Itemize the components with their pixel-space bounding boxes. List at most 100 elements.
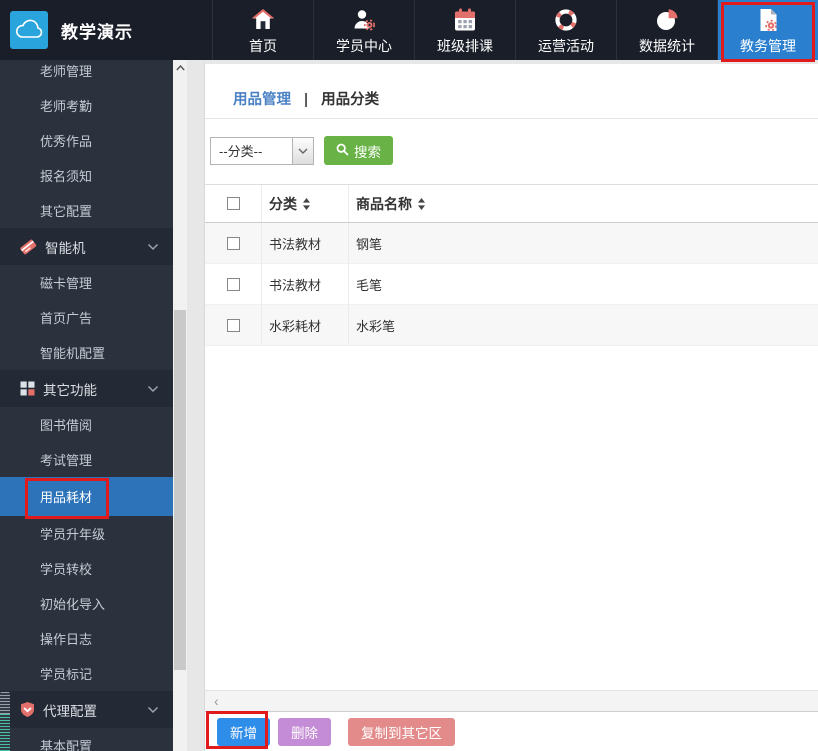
- student-icon: [351, 7, 377, 33]
- sidebar-item-excellent-works[interactable]: 优秀作品: [0, 123, 173, 158]
- row-checkbox-cell: [205, 264, 262, 304]
- header-category-cell[interactable]: 分类: [262, 185, 349, 222]
- nav-item-label: 班级排课: [437, 37, 493, 54]
- nav-item-label: 数据统计: [639, 37, 695, 54]
- card-icon: [20, 238, 37, 255]
- sidebar-item-exam-mgmt[interactable]: 考试管理: [0, 442, 173, 477]
- sidebar-item-grade-promotion[interactable]: 学员升年级: [0, 516, 173, 551]
- add-button[interactable]: 新增: [217, 718, 270, 746]
- sidebar-group-smart-machine[interactable]: 智能机: [0, 228, 173, 265]
- cell-name: 毛笔: [356, 277, 383, 293]
- app-brand: 教学演示: [0, 0, 212, 60]
- category-select[interactable]: --分类--: [210, 136, 314, 165]
- table-row: 书法教材 毛笔: [205, 264, 818, 305]
- select-chevron-icon: [292, 137, 313, 164]
- sidebar-item-smart-machine-config[interactable]: 智能机配置: [0, 335, 173, 370]
- column-header-category: 分类: [269, 195, 297, 212]
- row-checkbox[interactable]: [226, 318, 240, 332]
- nav-item-label: 教务管理: [740, 37, 796, 54]
- supplies-table: 分类 商品名称 书法教材 钢笔 书法教材 毛笔 水彩耗材 水彩笔: [205, 184, 818, 346]
- copy-to-other-zone-button[interactable]: 复制到其它区: [348, 718, 455, 746]
- cloud-logo-icon: [10, 11, 48, 49]
- nav-item-class-scheduling[interactable]: 班级排课: [414, 0, 515, 60]
- sidebar-item-init-import[interactable]: 初始化导入: [0, 586, 173, 621]
- delete-button[interactable]: 删除: [278, 718, 331, 746]
- nav-item-home[interactable]: 首页: [212, 0, 313, 60]
- search-icon: [336, 143, 349, 159]
- sidebar-item-signup-notice[interactable]: 报名须知: [0, 158, 173, 193]
- app-title: 教学演示: [61, 22, 133, 42]
- sidebar-group-agent-config[interactable]: 代理配置: [0, 691, 173, 728]
- nav-item-academic-admin[interactable]: 教务管理: [717, 0, 818, 60]
- table-row: 书法教材 钢笔: [205, 223, 818, 264]
- scroll-up-arrow-icon[interactable]: [173, 60, 187, 75]
- sidebar-item-operation-log[interactable]: 操作日志: [0, 621, 173, 656]
- table-header-row: 分类 商品名称: [205, 185, 818, 223]
- sidebar-item-student-tags[interactable]: 学员标记: [0, 656, 173, 691]
- sidebar-item-basic-config[interactable]: 基本配置: [0, 728, 173, 751]
- sidebar-group-label: 代理配置: [43, 703, 97, 719]
- grid-icon: [20, 381, 35, 396]
- search-button-label: 搜索: [354, 144, 381, 160]
- sidebar-item-card-mgmt[interactable]: 磁卡管理: [0, 265, 173, 300]
- filter-bar: --分类-- 搜索: [210, 136, 393, 165]
- cell-category: 书法教材: [262, 223, 349, 263]
- sidebar-item-teacher-mgmt[interactable]: 老师管理: [0, 60, 173, 88]
- breadcrumb-parent-link[interactable]: 用品管理: [233, 92, 291, 108]
- nav-item-label: 首页: [249, 37, 277, 54]
- sidebar-item-school-transfer[interactable]: 学员转校: [0, 551, 173, 586]
- row-checkbox[interactable]: [226, 236, 240, 250]
- shield-icon: [20, 701, 35, 718]
- chevron-down-icon: [147, 706, 159, 714]
- nav-item-operations[interactable]: 运营活动: [515, 0, 616, 60]
- scrollbar-thumb[interactable]: [174, 310, 186, 670]
- chevron-down-icon: [147, 243, 159, 251]
- cell-category: 书法教材: [262, 264, 349, 304]
- breadcrumb-separator: |: [304, 92, 309, 108]
- home-icon: [250, 7, 276, 33]
- row-checkbox-cell: [205, 305, 262, 345]
- header-name-cell[interactable]: 商品名称: [349, 185, 818, 222]
- sidebar-item-teacher-attendance[interactable]: 老师考勤: [0, 88, 173, 123]
- header-checkbox-cell: [205, 185, 262, 222]
- top-navbar: 教学演示 首页 学员中心 班级排课 运营活动 数据统计 教务管理: [0, 0, 818, 60]
- sidebar-menu: 老师管理 老师考勤 优秀作品 报名须知 其它配置 智能机 磁卡管理 首页广告 智…: [0, 60, 173, 751]
- column-header-name: 商品名称: [356, 195, 412, 212]
- content-panel: 用品管理 | 用品分类 --分类-- 搜索 分类 商品名称 书法教材 钢笔 书法…: [204, 60, 818, 751]
- sidebar-group-label: 智能机: [45, 240, 86, 256]
- scroll-minimap-decoration: [0, 692, 10, 751]
- sidebar-group-label: 其它功能: [43, 382, 97, 398]
- minimap-gray-stripes: [0, 692, 10, 714]
- cell-category: 水彩耗材: [262, 305, 349, 345]
- calendar-icon: [452, 7, 478, 33]
- document-gear-icon: [755, 7, 781, 33]
- sidebar-item-homepage-ads[interactable]: 首页广告: [0, 300, 173, 335]
- pie-chart-icon: [654, 7, 680, 33]
- sidebar-group-other-functions[interactable]: 其它功能: [0, 370, 173, 407]
- chevron-down-icon: [147, 385, 159, 393]
- cell-name: 钢笔: [356, 236, 383, 252]
- nav-item-statistics[interactable]: 数据统计: [616, 0, 717, 60]
- cell-name: 水彩笔: [356, 318, 396, 334]
- breadcrumb-current: 用品分类: [321, 92, 380, 108]
- sidebar-item-supplies[interactable]: 用品耗材: [0, 477, 173, 516]
- sidebar-list: 老师管理 老师考勤 优秀作品 报名须知 其它配置 智能机 磁卡管理 首页广告 智…: [0, 60, 173, 751]
- horizontal-scrollbar[interactable]: ‹: [205, 690, 818, 712]
- nav-item-label: 运营活动: [538, 37, 594, 54]
- sidebar-item-other-config-1[interactable]: 其它配置: [0, 193, 173, 228]
- scroll-left-arrow-icon[interactable]: ‹: [214, 693, 219, 709]
- select-all-checkbox[interactable]: [226, 197, 240, 210]
- row-checkbox-cell: [205, 223, 262, 263]
- sort-icon[interactable]: [303, 197, 310, 210]
- nav-item-label: 学员中心: [336, 37, 392, 54]
- breadcrumb: 用品管理 | 用品分类: [233, 88, 379, 109]
- sidebar-scrollbar[interactable]: [173, 60, 187, 751]
- search-button[interactable]: 搜索: [324, 136, 393, 165]
- nav-item-student-center[interactable]: 学员中心: [313, 0, 414, 60]
- category-select-value: --分类--: [219, 144, 263, 159]
- action-footer: 新增 删除 复制到其它区: [205, 713, 818, 751]
- sidebar-item-book-lending[interactable]: 图书借阅: [0, 407, 173, 442]
- table-row: 水彩耗材 水彩笔: [205, 305, 818, 346]
- row-checkbox[interactable]: [226, 277, 240, 291]
- sort-icon[interactable]: [418, 197, 425, 210]
